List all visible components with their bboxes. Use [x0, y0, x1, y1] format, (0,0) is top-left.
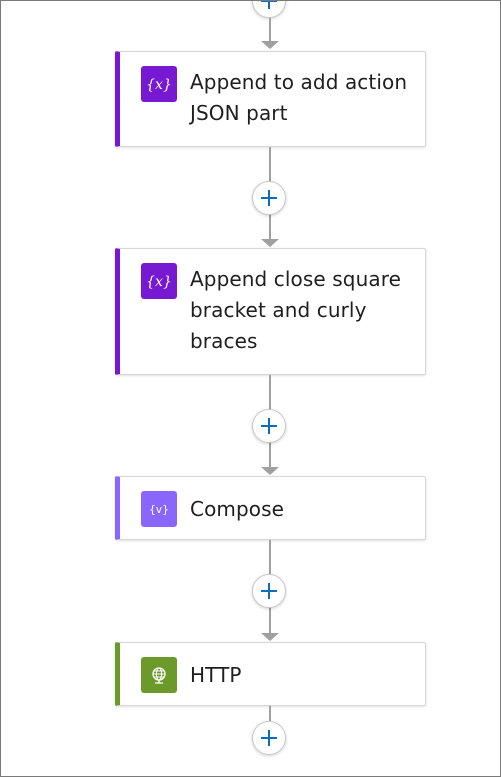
action-title: Compose [190, 497, 285, 521]
variable-icon: {x} [141, 263, 177, 299]
plus-icon [261, 583, 277, 599]
connector-line [269, 706, 271, 721]
plus-icon [261, 1, 277, 9]
svg-text:{x}: {x} [147, 77, 171, 93]
action-title: HTTP [190, 663, 242, 687]
plus-icon [261, 730, 277, 746]
plus-icon [261, 418, 277, 434]
insert-step-button[interactable] [252, 181, 286, 215]
connector-arrow [261, 41, 279, 49]
svg-text:{x}: {x} [147, 274, 171, 290]
insert-step-button[interactable] [252, 574, 286, 608]
connector-arrow [261, 239, 279, 247]
flow-designer-canvas: {x} Append to add action JSON part {x} A… [0, 0, 501, 777]
action-card-append-add-action[interactable]: {x} Append to add action JSON part [115, 51, 426, 147]
action-card-http[interactable]: HTTP [115, 642, 426, 706]
action-title: Append to add action JSON part [190, 70, 408, 125]
svg-text:{v}: {v} [149, 503, 169, 516]
action-card-compose[interactable]: {v} Compose [115, 476, 426, 540]
insert-step-button[interactable] [252, 721, 286, 755]
connector-arrow [261, 467, 279, 475]
plus-icon [261, 190, 277, 206]
action-card-append-close-bracket[interactable]: {x} Append close square bracket and curl… [115, 248, 426, 375]
insert-step-button[interactable] [252, 1, 286, 18]
connector-line [269, 18, 271, 42]
variable-icon: {x} [141, 66, 177, 102]
http-globe-icon [141, 657, 177, 693]
insert-step-button[interactable] [252, 409, 286, 443]
connector-arrow [261, 633, 279, 641]
action-title: Append close square bracket and curly br… [190, 267, 402, 353]
compose-icon: {v} [141, 491, 177, 527]
